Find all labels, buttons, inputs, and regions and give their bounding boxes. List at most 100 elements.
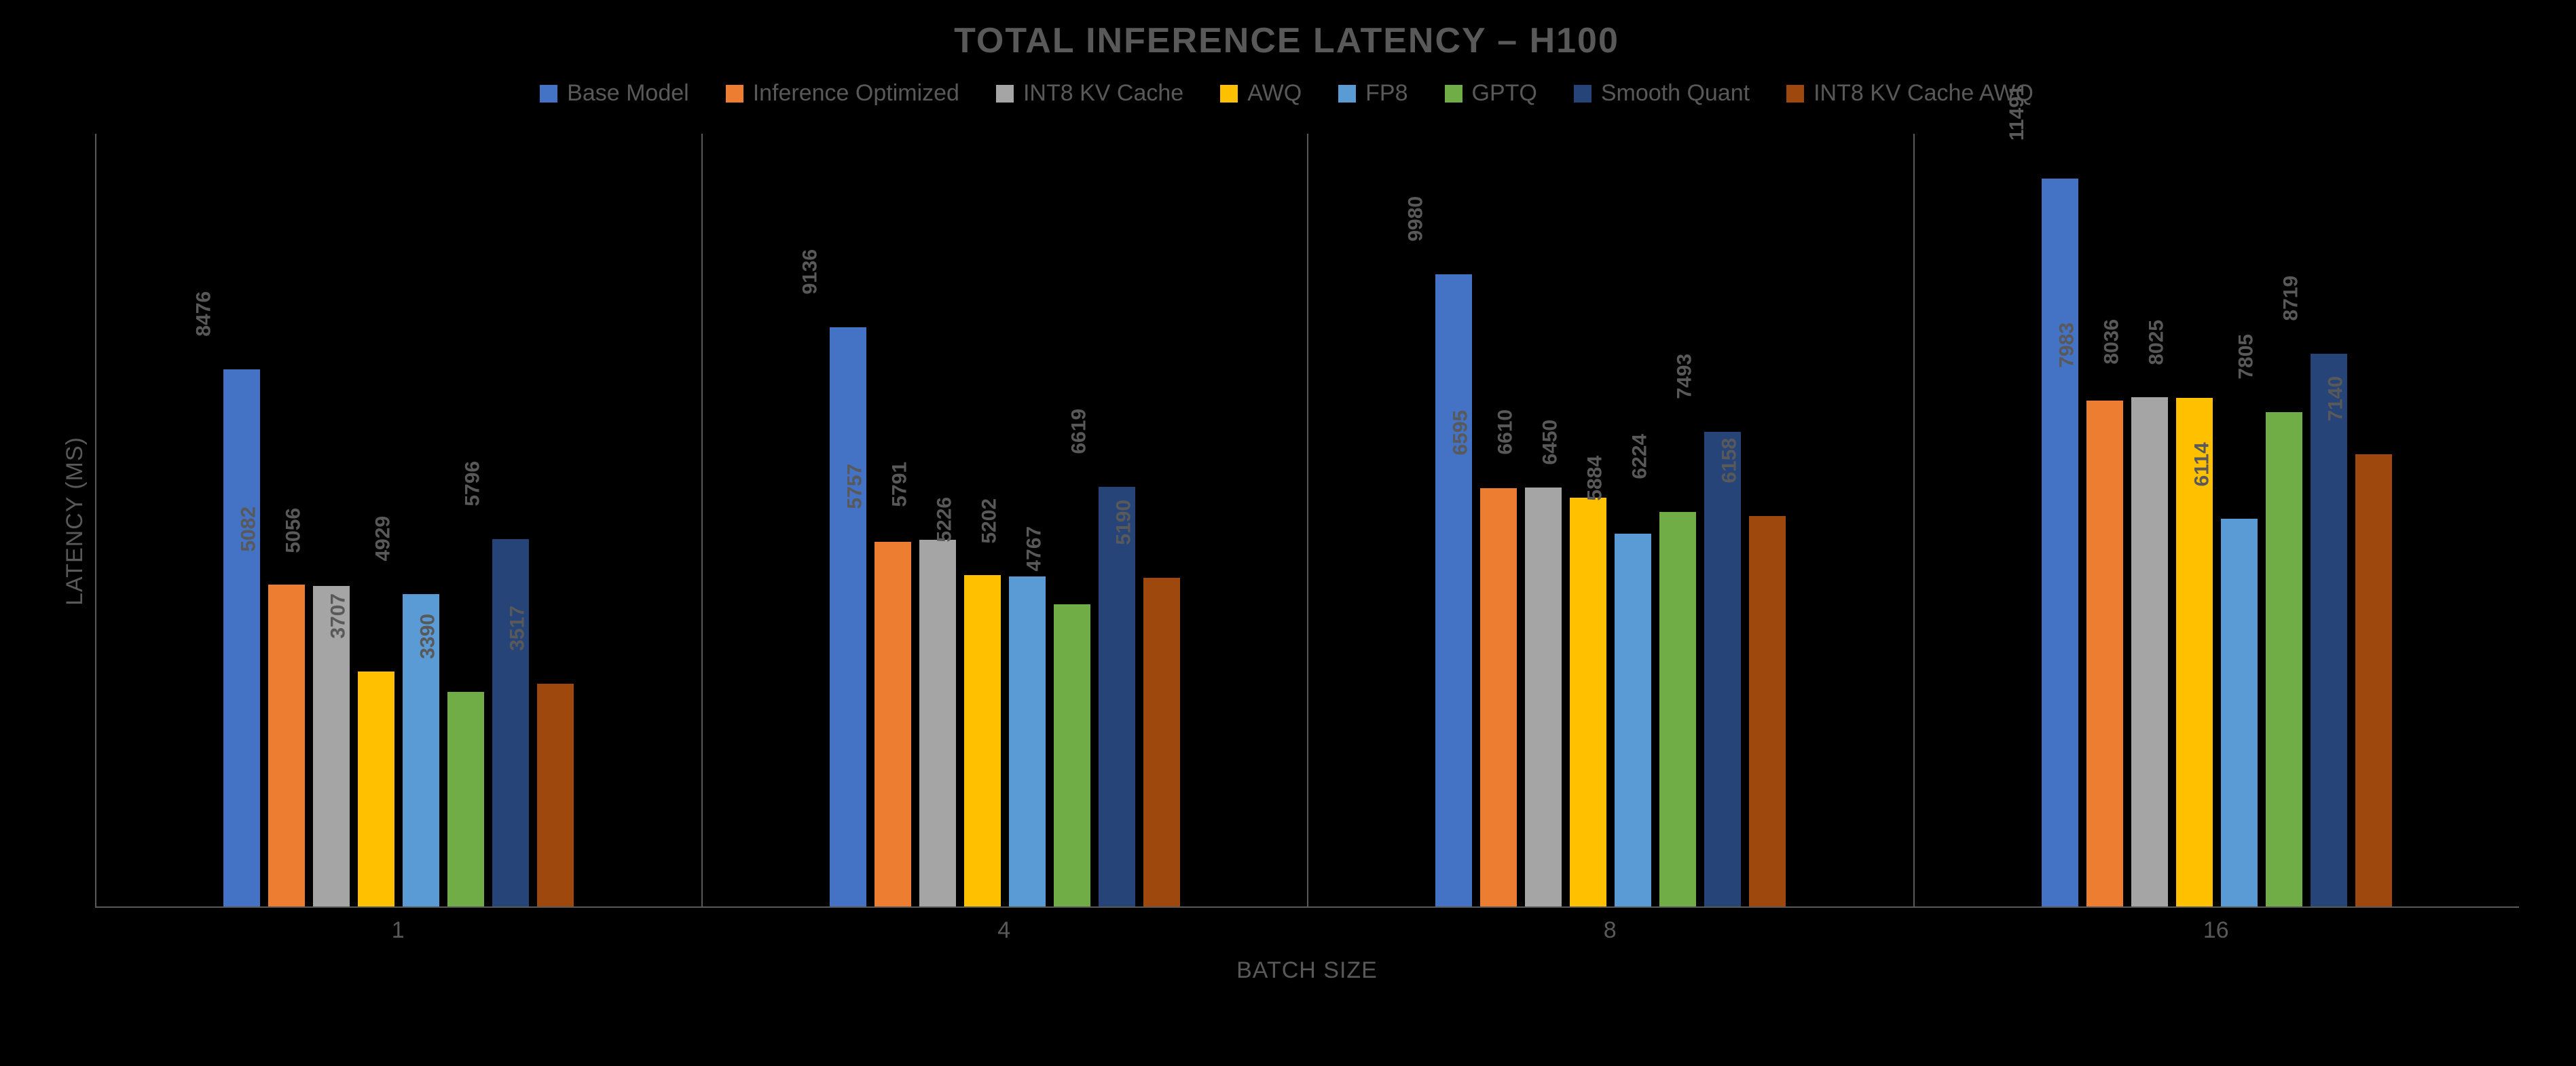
legend-item: INT8 KV Cache (996, 80, 1183, 107)
bar: 6114 (2221, 519, 2258, 906)
bar-value-label: 8719 (2279, 276, 2302, 328)
bar-value-label: 7805 (2234, 333, 2258, 386)
plot-area: LATENCY (MS) 847650825056370749293390579… (54, 134, 2519, 908)
bar-value-label: 5226 (933, 497, 956, 549)
bar: 3390 (447, 692, 484, 906)
legend-swatch (1786, 85, 1804, 103)
bar-value-label: 7983 (2055, 323, 2078, 375)
bar: 5791 (919, 540, 956, 906)
bar: 6610 (1525, 488, 1562, 906)
bar-value-label: 5190 (1112, 499, 1135, 551)
bar: 7983 (2086, 401, 2123, 906)
legend-label: Base Model (567, 80, 689, 107)
legend-swatch (726, 85, 743, 103)
bar: 4767 (1054, 604, 1090, 906)
legend-item: FP8 (1338, 80, 1407, 107)
legend: Base Model Inference Optimized INT8 KV Cac… (54, 80, 2519, 107)
x-tick: 1 (95, 917, 701, 944)
x-tick: 8 (1307, 917, 1913, 944)
legend-item: INT8 KV Cache AWQ (1786, 80, 2034, 107)
bar-value-label: 11491 (2006, 85, 2029, 147)
legend-label: Smooth Quant (1601, 80, 1750, 107)
bar-value-label: 6224 (1629, 434, 1652, 486)
bar: 7805 (2266, 412, 2302, 906)
legend-swatch (540, 85, 557, 103)
bar: 8719 (2311, 354, 2347, 906)
bar: 3707 (358, 672, 394, 906)
legend-swatch (1574, 85, 1591, 103)
bar-value-label: 3390 (417, 613, 440, 665)
y-axis-label: LATENCY (MS) (62, 437, 88, 606)
bar-value-label: 8025 (2145, 320, 2168, 372)
legend-item: Base Model (540, 80, 689, 107)
legend-item: Inference Optimized (726, 80, 959, 107)
bar-value-label: 3707 (327, 593, 350, 646)
bar: 7493 (1704, 432, 1741, 906)
panel: 84765082505637074929339057963517 (95, 134, 701, 908)
bar: 11491 (2042, 179, 2078, 906)
y-axis: LATENCY (MS) (54, 134, 95, 908)
legend-item: Smooth Quant (1574, 80, 1750, 107)
chart-title: TOTAL INFERENCE LATENCY – H100 (54, 20, 2519, 61)
panels: 8476508250563707492933905796351791365757… (95, 134, 2519, 908)
bar-value-label: 3517 (507, 606, 530, 658)
legend-label: GPTQ (1472, 80, 1537, 107)
legend-item: AWQ (1220, 80, 1302, 107)
panel: 99806595661064505884622474936158 (1307, 134, 1913, 908)
x-tick: 16 (1913, 917, 2520, 944)
bar: 6158 (1749, 516, 1786, 906)
legend-label: INT8 KV Cache (1023, 80, 1183, 107)
bar-value-label: 6610 (1494, 409, 1517, 462)
x-tick: 4 (701, 917, 1308, 944)
bar: 5202 (1009, 576, 1046, 906)
bar-value-label: 5082 (238, 507, 261, 559)
bar-value-label: 5757 (843, 464, 866, 516)
bar-value-label: 6595 (1450, 410, 1473, 462)
bar: 8036 (2131, 397, 2168, 906)
bar-value-label: 6114 (2190, 443, 2213, 494)
bar-value-label: 4929 (372, 516, 395, 568)
chart-container: TOTAL INFERENCE LATENCY – H100 Base Mode… (54, 20, 2519, 1046)
bar: 7140 (2355, 454, 2392, 906)
bar: 5796 (492, 539, 529, 906)
legend-swatch (1445, 85, 1462, 103)
bar: 5884 (1615, 534, 1651, 906)
bar: 5226 (964, 575, 1001, 906)
bar: 3517 (537, 684, 574, 906)
legend-item: GPTQ (1445, 80, 1537, 107)
bar-value-label: 9136 (798, 249, 822, 301)
bar: 9980 (1435, 274, 1472, 906)
bar: 5190 (1143, 578, 1180, 906)
bar: 8476 (223, 369, 260, 906)
x-axis-label: BATCH SIZE (95, 957, 2519, 984)
legend-label: Inference Optimized (753, 80, 959, 107)
legend-swatch (996, 85, 1014, 103)
bar-value-label: 6619 (1067, 409, 1090, 461)
bar-value-label: 7140 (2324, 375, 2347, 428)
bar: 5757 (875, 542, 911, 906)
legend-label: AWQ (1247, 80, 1302, 107)
bar-value-label: 5796 (462, 461, 485, 513)
panel: 114917983803680256114780587197140 (1913, 134, 2520, 908)
bar-value-label: 8036 (2100, 319, 2123, 371)
bar-value-label: 5056 (282, 508, 306, 560)
legend-swatch (1220, 85, 1238, 103)
bar-value-label: 5791 (888, 461, 911, 513)
legend-label: INT8 KV Cache AWQ (1814, 80, 2034, 107)
legend-label: FP8 (1365, 80, 1407, 107)
x-ticks: 14816 (95, 917, 2519, 944)
panel: 91365757579152265202476766195190 (701, 134, 1308, 908)
bar-value-label: 9980 (1405, 196, 1428, 248)
bar: 6595 (1480, 488, 1517, 906)
bar: 9136 (830, 327, 866, 906)
bar-value-label: 7493 (1674, 354, 1697, 406)
bar-value-label: 6450 (1539, 420, 1562, 472)
bar-value-label: 8476 (193, 291, 216, 344)
bar-value-label: 4767 (1023, 526, 1046, 578)
bar: 6450 (1570, 498, 1606, 906)
legend-swatch (1338, 85, 1356, 103)
bar-value-label: 5202 (978, 498, 1001, 551)
bar: 6224 (1659, 512, 1696, 906)
bar-value-label: 6158 (1718, 438, 1742, 490)
bar-value-label: 5884 (1584, 456, 1607, 508)
